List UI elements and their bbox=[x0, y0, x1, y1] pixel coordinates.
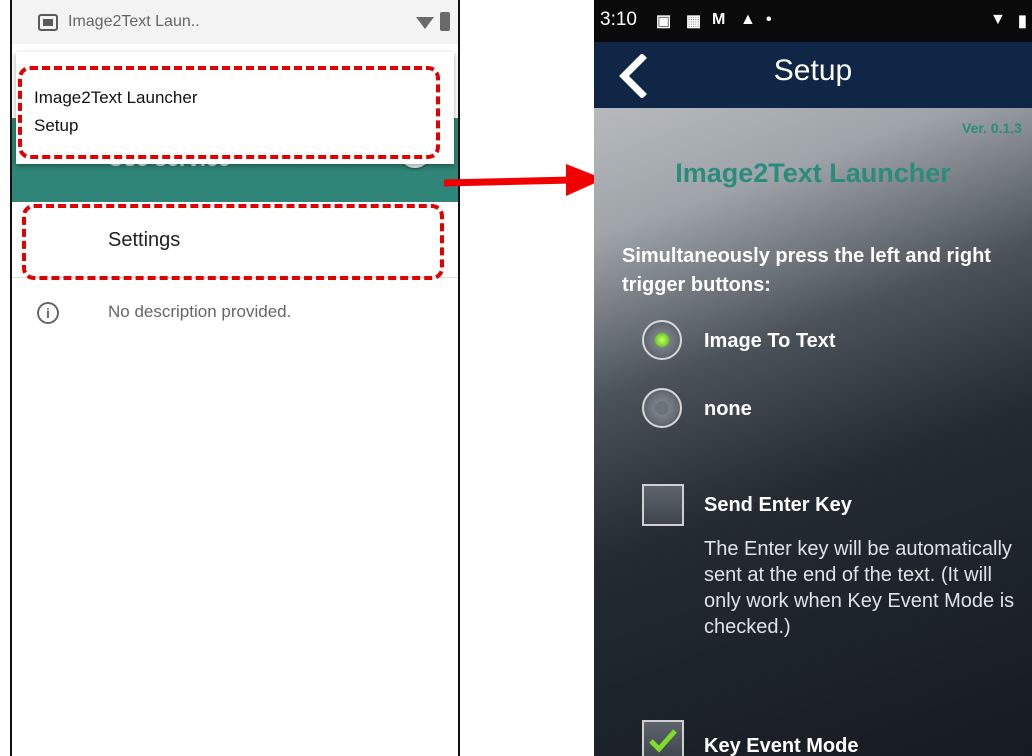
radio-selected-dot bbox=[655, 333, 669, 347]
person-icon: ▲ bbox=[740, 11, 756, 28]
description-text: No description provided. bbox=[108, 302, 292, 321]
arrow-icon bbox=[444, 164, 604, 196]
status-app-title: Image2Text Laun.. bbox=[68, 13, 200, 30]
settings-highlight-box bbox=[22, 204, 444, 280]
page-title: Setup bbox=[773, 54, 853, 87]
send-enter-checkbox[interactable] bbox=[642, 484, 684, 526]
radio-unselected-dot bbox=[655, 401, 669, 415]
dot-icon: • bbox=[766, 11, 772, 28]
send-enter-description: The Enter key will be automatically sent… bbox=[704, 538, 1015, 638]
wifi-icon: ▼ bbox=[990, 11, 1006, 28]
option-none-label: none bbox=[704, 398, 752, 420]
version-label: Ver. 0.1.3 bbox=[962, 120, 1022, 136]
battery-icon bbox=[440, 12, 450, 31]
mail-icon: M bbox=[712, 11, 726, 28]
option-image-to-text-label: Image To Text bbox=[704, 330, 836, 352]
app-title: Image2Text Launcher bbox=[675, 158, 951, 188]
a-icon: ▦ bbox=[686, 13, 702, 30]
checkmark-icon bbox=[649, 729, 677, 753]
app-icon bbox=[38, 14, 58, 31]
screenshot-icon: ▣ bbox=[656, 13, 672, 30]
key-event-checkbox[interactable] bbox=[642, 720, 684, 756]
wifi-icon bbox=[416, 17, 434, 29]
status-bar: 3:10 ▣ ▦ M ▲ • ▼ ▮ bbox=[594, 0, 1032, 42]
radio-none[interactable] bbox=[642, 388, 682, 428]
notification-highlight-box bbox=[18, 66, 440, 159]
trigger-prompt: Simultaneously press the left and right … bbox=[622, 245, 991, 296]
send-enter-label: Send Enter Key bbox=[704, 494, 852, 516]
status-bar: Image2Text Laun.. bbox=[12, 0, 458, 44]
info-icon: i bbox=[37, 302, 59, 324]
radio-image-to-text[interactable] bbox=[642, 320, 682, 360]
right-screen: 3:10 ▣ ▦ M ▲ • ▼ ▮ Setup Ver. 0.1.3 Imag… bbox=[594, 0, 1032, 756]
status-time: 3:10 bbox=[600, 9, 637, 30]
key-event-label: Key Event Mode bbox=[704, 735, 859, 756]
battery-icon: ▮ bbox=[1018, 13, 1027, 30]
